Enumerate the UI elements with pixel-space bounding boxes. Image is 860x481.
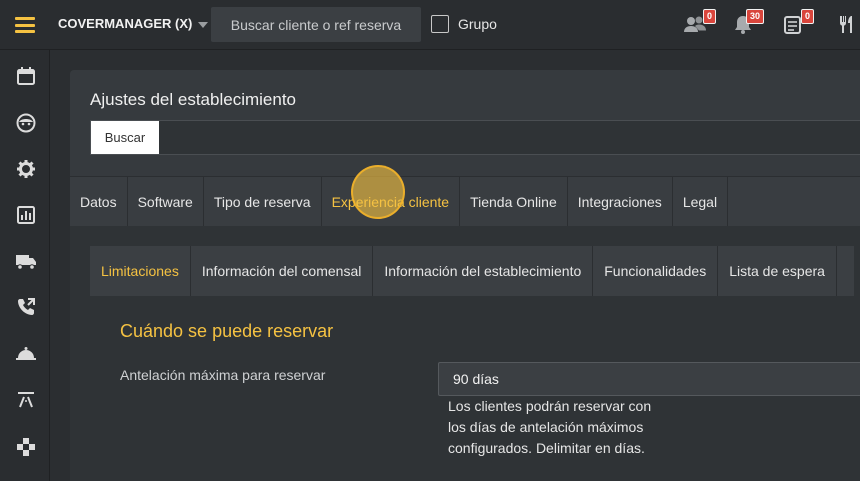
gear-icon[interactable] [15, 158, 37, 180]
page-title: Ajustes del establecimiento [90, 90, 297, 109]
max-advance-value: 90 días [453, 371, 499, 387]
tab-integraciones[interactable]: Integraciones [568, 177, 673, 227]
sidebar [0, 50, 50, 481]
subtabs: Limitaciones Información del comensal In… [90, 246, 854, 296]
bell-icon[interactable]: 30 [732, 9, 764, 36]
tab-content: Limitaciones Información del comensal In… [70, 226, 860, 481]
tab-datos[interactable]: Datos [70, 177, 128, 227]
subtab-limitaciones[interactable]: Limitaciones [90, 246, 191, 296]
users-icon[interactable]: 0 [684, 9, 716, 36]
face-icon[interactable] [15, 112, 37, 134]
search-button[interactable]: Buscar [91, 121, 159, 154]
client-search-input[interactable]: Buscar cliente o ref reserva [211, 7, 421, 42]
tab-tipo-de-reserva[interactable]: Tipo de reserva [204, 177, 322, 227]
cloche-icon[interactable] [15, 342, 37, 364]
cutlery-icon[interactable] [836, 12, 858, 36]
venue-selector[interactable]: COVERMANAGER (X) [58, 16, 209, 31]
settings-search-input[interactable]: Buscar [90, 120, 860, 155]
max-advance-help: Los clientes podrán reservar con los día… [448, 398, 652, 456]
tab-software[interactable]: Software [128, 177, 204, 227]
tab-legal[interactable]: Legal [673, 177, 729, 227]
grupo-checkbox[interactable]: Grupo [431, 15, 497, 33]
puzzle-icon[interactable] [15, 436, 37, 458]
client-search-placeholder: Buscar cliente o ref reserva [230, 16, 402, 33]
truck-icon[interactable] [15, 250, 37, 272]
notes-badge: 0 [800, 9, 814, 24]
subtab-informacion-establecimiento[interactable]: Información del establecimiento [373, 246, 594, 296]
venue-name: COVERMANAGER (X) [58, 16, 193, 31]
top-bar: COVERMANAGER (X) Buscar cliente o ref re… [0, 0, 860, 50]
section-title: Cuándo se puede reservar [120, 321, 334, 341]
settings-tabs: Datos Software Tipo de reserva Experienc… [70, 176, 860, 227]
subtab-funcionalidades[interactable]: Funcionalidades [593, 246, 719, 296]
chart-icon[interactable] [15, 204, 37, 226]
notes-icon[interactable]: 0 [782, 9, 814, 36]
grupo-label: Grupo [458, 16, 497, 32]
menu-icon[interactable] [0, 0, 50, 50]
settings-panel: Ajustes del establecimiento Buscar Datos… [70, 70, 860, 481]
checkbox-box[interactable] [431, 15, 449, 33]
max-advance-label: Antelación máxima para reservar [120, 367, 326, 383]
tab-tienda-online[interactable]: Tienda Online [460, 177, 568, 227]
chevron-down-icon [198, 21, 209, 28]
subtab-lista-de-espera[interactable]: Lista de espera [718, 246, 837, 296]
phone-icon[interactable] [15, 296, 37, 318]
subtab-informacion-comensal[interactable]: Información del comensal [191, 246, 374, 296]
max-advance-input[interactable]: 90 días [438, 362, 860, 396]
calendar-icon[interactable] [15, 65, 37, 87]
road-icon[interactable] [15, 388, 37, 410]
users-badge: 0 [702, 9, 716, 24]
bell-badge: 30 [745, 9, 764, 24]
tab-experiencia-cliente[interactable]: Experiencia cliente [322, 177, 461, 227]
